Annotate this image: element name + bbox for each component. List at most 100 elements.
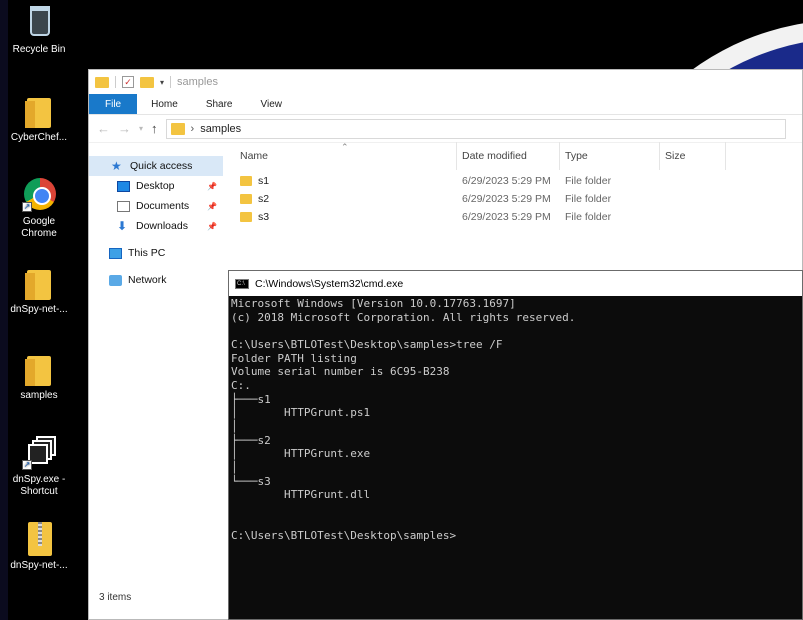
address-row: ← → ▾ ↑ › samples (89, 115, 802, 143)
file-name: s3 (258, 211, 270, 223)
zip-folder-icon (28, 522, 52, 556)
console-line: └───s3 (231, 474, 271, 488)
tab-view[interactable]: View (247, 94, 297, 114)
file-row[interactable]: s1 6/29/2023 5:29 PM File folder (235, 172, 795, 190)
new-folder-icon[interactable] (140, 76, 154, 88)
status-bar-item-count: 3 items (99, 592, 132, 603)
folder-icon (25, 270, 51, 300)
cmd-icon: C:\ (235, 278, 249, 289)
documents-icon (117, 200, 130, 212)
folder-icon (95, 76, 109, 88)
file-row[interactable]: s2 6/29/2023 5:29 PM File folder (235, 190, 795, 208)
navigation-pane: ★ Quick access Desktop 📌 Documents 📌 ⬇ D… (89, 156, 223, 586)
nav-documents[interactable]: Documents 📌 (89, 196, 223, 216)
tab-file[interactable]: File (89, 94, 138, 114)
console-line: HTTPGrunt.dll (231, 488, 371, 502)
nav-label: Quick access (130, 160, 193, 172)
properties-icon[interactable]: ✓ (122, 76, 134, 88)
up-arrow-icon[interactable]: ↑ (151, 121, 158, 136)
network-icon (109, 274, 122, 286)
forward-arrow-icon[interactable]: → (118, 121, 131, 136)
cmd-titlebar[interactable]: C:\ C:\Windows\System32\cmd.exe (229, 271, 802, 296)
desktop-icon-label: CyberChef... (10, 132, 68, 143)
console-line: ├───s2 (231, 433, 271, 447)
column-header-type[interactable]: Type (560, 142, 660, 170)
cmd-window[interactable]: C:\ C:\Windows\System32\cmd.exe Microsof… (228, 270, 803, 620)
folder-icon (240, 194, 252, 204)
desktop-icon-recycle-bin[interactable]: Recycle Bin (4, 4, 74, 56)
cmd-window-title: C:\Windows\System32\cmd.exe (255, 277, 404, 290)
folder-icon (25, 98, 51, 128)
nav-label: This PC (128, 247, 166, 259)
file-list: ⌃ Name Date modified Type Size s1 6/29/2… (235, 142, 795, 226)
shortcut-arrow-icon: ↗ (22, 202, 32, 212)
cmd-console-output[interactable]: Microsoft Windows [Version 10.0.17763.16… (229, 297, 802, 543)
star-icon: ★ (111, 159, 122, 173)
desktop-icon-label: Recycle Bin (12, 44, 66, 55)
column-headers: ⌃ Name Date modified Type Size (235, 142, 795, 170)
console-line: │ (231, 419, 238, 433)
file-name: s2 (258, 193, 270, 205)
file-row[interactable]: s3 6/29/2023 5:29 PM File folder (235, 208, 795, 226)
recent-locations-chevron-icon[interactable]: ▾ (139, 124, 143, 133)
pin-icon: 📌 (207, 221, 217, 231)
console-line: │ HTTPGrunt.exe (231, 447, 371, 461)
console-line: (c) 2018 Microsoft Corporation. All righ… (231, 310, 576, 324)
file-type: File folder (565, 175, 612, 187)
file-date: 6/29/2023 5:29 PM (462, 211, 551, 223)
console-line: ├───s1 (231, 392, 271, 406)
desktop-icon-cyberchef[interactable]: CyberChef... (4, 92, 74, 144)
tab-home[interactable]: Home (137, 94, 192, 114)
file-date: 6/29/2023 5:29 PM (462, 175, 551, 187)
nav-label: Network (128, 274, 167, 286)
pin-icon: 📌 (207, 181, 217, 191)
file-name: s1 (258, 175, 270, 187)
folder-icon (240, 212, 252, 222)
console-line: │ HTTPGrunt.ps1 (231, 406, 371, 420)
ribbon-tabs: File Home Share View (89, 94, 802, 115)
desktop-icon-label: samples (20, 390, 58, 401)
console-prompt: C:\Users\BTLOTest\Desktop\samples> (231, 529, 457, 543)
file-type: File folder (565, 211, 612, 223)
nav-network[interactable]: Network (89, 270, 223, 290)
file-type: File folder (565, 193, 612, 205)
quick-access-dropdown-icon[interactable]: ▾ (160, 78, 164, 87)
address-bar[interactable]: › samples (165, 118, 786, 139)
nav-downloads[interactable]: ⬇ Downloads 📌 (89, 216, 223, 236)
column-header-size[interactable]: Size (660, 142, 726, 170)
window-title: samples (177, 76, 218, 88)
breadcrumb-samples[interactable]: samples (200, 123, 241, 135)
sort-ascending-icon: ⌃ (341, 142, 349, 152)
desktop-icon-samples[interactable]: samples (4, 350, 74, 402)
console-line: Volume serial number is 6C95-B238 (231, 365, 450, 379)
tab-share[interactable]: Share (192, 94, 247, 114)
nav-quick-access[interactable]: ★ Quick access (89, 156, 223, 176)
folder-icon (240, 176, 252, 186)
computer-icon (109, 247, 122, 259)
nav-this-pc[interactable]: This PC (89, 243, 223, 263)
desktop-icon-label: Google Chrome (21, 216, 57, 239)
folder-icon (170, 122, 185, 135)
download-arrow-icon: ⬇ (117, 219, 128, 233)
separator (115, 76, 116, 88)
column-header-date-modified[interactable]: Date modified (457, 142, 560, 170)
separator (170, 76, 172, 88)
explorer-titlebar[interactable]: ✓ ▾ samples (89, 70, 802, 94)
console-line: │ (231, 460, 238, 474)
shortcut-arrow-icon: ↗ (22, 460, 32, 470)
console-line: C:\Users\BTLOTest\Desktop\samples>tree /… (231, 337, 503, 351)
desktop-icon-google-chrome[interactable]: ↗ Google Chrome (4, 176, 74, 240)
console-line: C:. (231, 378, 251, 392)
desktop-icon-dnspy-shortcut[interactable]: ↗ dnSpy.exe - Shortcut (4, 434, 74, 498)
nav-label: Downloads (136, 220, 188, 232)
nav-desktop[interactable]: Desktop 📌 (89, 176, 223, 196)
desktop-icon-dnspy-net-2[interactable]: dnSpy-net-... (4, 520, 74, 572)
pin-icon: 📌 (207, 201, 217, 211)
desktop-icon-label: dnSpy.exe - Shortcut (12, 474, 66, 497)
desktop-icon-label: dnSpy-net-... (10, 304, 68, 315)
file-date: 6/29/2023 5:29 PM (462, 193, 551, 205)
back-arrow-icon[interactable]: ← (97, 121, 110, 136)
folder-icon (25, 356, 51, 386)
breadcrumb-chevron-icon[interactable]: › (191, 123, 195, 135)
desktop-icon-dnspy-net-1[interactable]: dnSpy-net-... (4, 264, 74, 316)
